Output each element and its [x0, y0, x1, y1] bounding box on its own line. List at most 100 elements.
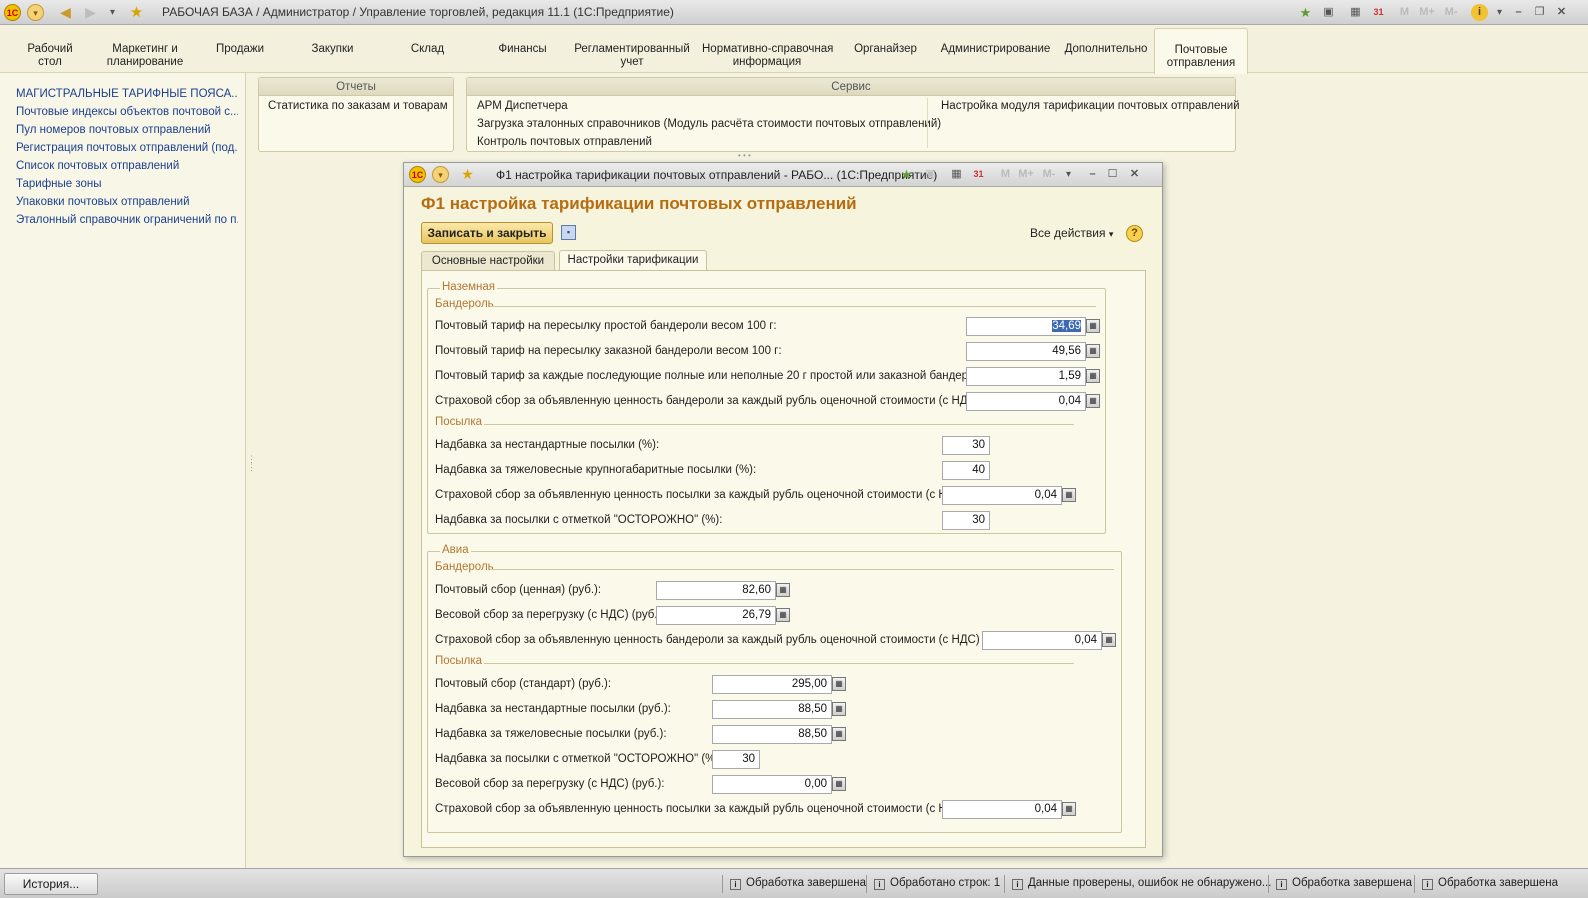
calculator-icon[interactable]: ▦	[1086, 394, 1100, 408]
service-link-load-references[interactable]: Загрузка эталонных справочников (Модуль …	[477, 118, 941, 130]
avia-banderol-insurance-input[interactable]: 0,04	[982, 631, 1102, 650]
section-sales[interactable]: Продажи	[205, 43, 275, 56]
info-icon[interactable]: i	[1471, 4, 1488, 21]
window-calculator-icon[interactable]: ▦	[948, 166, 965, 183]
section-desktop[interactable]: Рабочий стол	[20, 43, 80, 69]
calculator-icon[interactable]: ▦	[1102, 633, 1116, 647]
ground-banderol-simple-input[interactable]: 34,69	[966, 317, 1086, 336]
avia-parcel-postal-fee-input[interactable]: 295,00	[712, 675, 832, 694]
calculator-icon[interactable]: ▦	[832, 727, 846, 741]
status-message[interactable]: i Обработка завершена	[1276, 877, 1412, 890]
splitter-handle[interactable]: ⋮ ⋮	[247, 455, 256, 472]
avia-parcel-fragile-input[interactable]: 30	[712, 750, 760, 769]
status-message[interactable]: i Обработка завершена	[1422, 877, 1558, 890]
history-button[interactable]: История...	[4, 873, 98, 895]
section-warehouse[interactable]: Склад	[400, 43, 455, 56]
status-message[interactable]: i Обработка завершена	[730, 877, 866, 890]
calculator-icon[interactable]: ▦	[832, 702, 846, 716]
section-postal-items[interactable]: Почтовые отправления	[1154, 28, 1248, 74]
m-plus-icon[interactable]: M+	[1416, 4, 1438, 21]
avia-parcel-insurance-input[interactable]: 0,04	[942, 800, 1062, 819]
tab-main-settings[interactable]: Основные настройки	[421, 251, 555, 271]
section-regulated-accounting[interactable]: Регламентированный учет	[572, 43, 692, 69]
report-link-statistics[interactable]: Статистика по заказам и товарам	[268, 100, 448, 112]
service-link-tariff-settings[interactable]: Настройка модуля тарификации почтовых от…	[941, 100, 1240, 112]
section-reference-info[interactable]: Нормативно-справочная информация	[702, 43, 833, 69]
nav-link-packaging[interactable]: Упаковки почтовых отправлений	[16, 196, 238, 208]
logo-1c-icon[interactable]: 1С	[4, 4, 21, 21]
window-m-minus-icon[interactable]: M-	[1038, 166, 1060, 183]
ground-banderol-insurance-input[interactable]: 0,04	[966, 392, 1086, 411]
window-minimize-icon[interactable]: –	[1084, 166, 1101, 183]
ground-banderol-per20g-input[interactable]: 1,59	[966, 367, 1086, 386]
avia-banderol-weight-fee-input[interactable]: 26,79	[656, 606, 776, 625]
minimize-icon[interactable]: –	[1510, 4, 1527, 21]
window-m-plus-icon[interactable]: M+	[1015, 166, 1037, 183]
copy-icon[interactable]: ▣	[1320, 4, 1337, 21]
avia-parcel-nonstandard-input[interactable]: 88,50	[712, 700, 832, 719]
main-menu-dropdown-icon[interactable]: ▾	[27, 4, 44, 21]
status-message[interactable]: i Обработано строк: 1	[874, 877, 1000, 890]
section-administration[interactable]: Администрирование	[938, 43, 1053, 56]
nav-link-registration[interactable]: Регистрация почтовых отправлений (под...	[16, 142, 238, 154]
window-calendar-icon[interactable]: 31	[970, 166, 987, 183]
save-and-close-button[interactable]: Записать и закрыть	[421, 222, 553, 244]
info-dropdown-icon[interactable]: ▾	[1491, 4, 1508, 21]
forward-icon[interactable]: ▶	[82, 4, 99, 21]
m-icon[interactable]: M	[1396, 4, 1413, 21]
nav-link-number-pool[interactable]: Пул номеров почтовых отправлений	[16, 124, 238, 136]
window-logo-1c-icon[interactable]: 1С	[409, 166, 426, 183]
nav-link-postal-list[interactable]: Список почтовых отправлений	[16, 160, 238, 172]
service-link-control[interactable]: Контроль почтовых отправлений	[477, 136, 652, 148]
nav-link-postal-indexes[interactable]: Почтовые индексы объектов почтовой с...	[16, 106, 238, 118]
back-icon[interactable]: ◀	[57, 4, 74, 21]
window-favorites-icon[interactable]: ★	[459, 166, 476, 183]
ground-parcel-fragile-input[interactable]: 30	[942, 511, 990, 530]
window-close-icon[interactable]: ✕	[1126, 166, 1143, 183]
section-finance[interactable]: Финансы	[490, 43, 555, 56]
nav-link-trunk-tariff-zones[interactable]: МАГИСТРАЛЬНЫЕ ТАРИФНЫЕ ПОЯСА...	[16, 88, 238, 100]
calculator-icon[interactable]: ▦	[776, 583, 790, 597]
section-organizer[interactable]: Органайзер	[848, 43, 923, 56]
ground-parcel-nonstandard-input[interactable]: 30	[942, 436, 990, 455]
window-copy-icon[interactable]: ▣	[922, 166, 939, 183]
calculator-icon[interactable]: ▦	[832, 777, 846, 791]
avia-parcel-weight-fee-input[interactable]: 0,00	[712, 775, 832, 794]
history-dropdown-icon[interactable]: ▾	[104, 4, 121, 21]
window-menu-dropdown-icon[interactable]: ▾	[432, 166, 449, 183]
ground-parcel-insurance-input[interactable]: 0,04	[942, 486, 1062, 505]
window-add-favorite-icon[interactable]: ★	[898, 166, 915, 183]
ground-parcel-heavy-input[interactable]: 40	[942, 461, 990, 480]
window-m-icon[interactable]: M	[997, 166, 1014, 183]
service-link-dispatcher[interactable]: АРМ Диспетчера	[477, 100, 568, 112]
calculator-icon[interactable]: ▦	[1086, 344, 1100, 358]
splitter-handle-top[interactable]: • • •	[738, 151, 751, 160]
favorites-icon[interactable]: ★	[128, 4, 145, 21]
nav-link-reference-restrictions[interactable]: Эталонный справочник ограничений по п...	[16, 214, 238, 226]
window-maximize-icon[interactable]: ☐	[1104, 166, 1121, 183]
calculator-icon[interactable]: ▦	[832, 677, 846, 691]
status-message[interactable]: i Данные проверены, ошибок не обнаружено.…	[1012, 877, 1271, 890]
calculator-icon[interactable]: ▦	[1062, 802, 1076, 816]
section-additional[interactable]: Дополнительно	[1062, 43, 1150, 56]
all-actions-menu[interactable]: Все действия ▾	[1030, 226, 1113, 240]
window-more-dropdown-icon[interactable]: ▾	[1060, 166, 1077, 183]
m-minus-icon[interactable]: M-	[1440, 4, 1462, 21]
calculator-icon[interactable]: ▦	[1086, 319, 1100, 333]
section-purchases[interactable]: Закупки	[300, 43, 365, 56]
calculator-icon[interactable]: ▦	[1086, 369, 1100, 383]
avia-parcel-heavy-input[interactable]: 88,50	[712, 725, 832, 744]
calculator-icon[interactable]: ▦	[1347, 4, 1364, 21]
help-button[interactable]: ?	[1126, 225, 1143, 242]
avia-banderol-postal-fee-input[interactable]: 82,60	[656, 581, 776, 600]
restore-icon[interactable]: ❐	[1531, 4, 1548, 21]
nav-link-tariff-zones[interactable]: Тарифные зоны	[16, 178, 238, 190]
tab-tariff-settings[interactable]: Настройки тарификации	[559, 250, 707, 272]
add-favorite-icon[interactable]: ★	[1297, 4, 1314, 21]
save-icon[interactable]: ▪	[561, 225, 576, 240]
ground-banderol-registered-input[interactable]: 49,56	[966, 342, 1086, 361]
calculator-icon[interactable]: ▦	[776, 608, 790, 622]
calculator-icon[interactable]: ▦	[1062, 488, 1076, 502]
close-icon[interactable]: ✕	[1553, 4, 1570, 21]
calendar-icon[interactable]: 31	[1370, 4, 1387, 21]
